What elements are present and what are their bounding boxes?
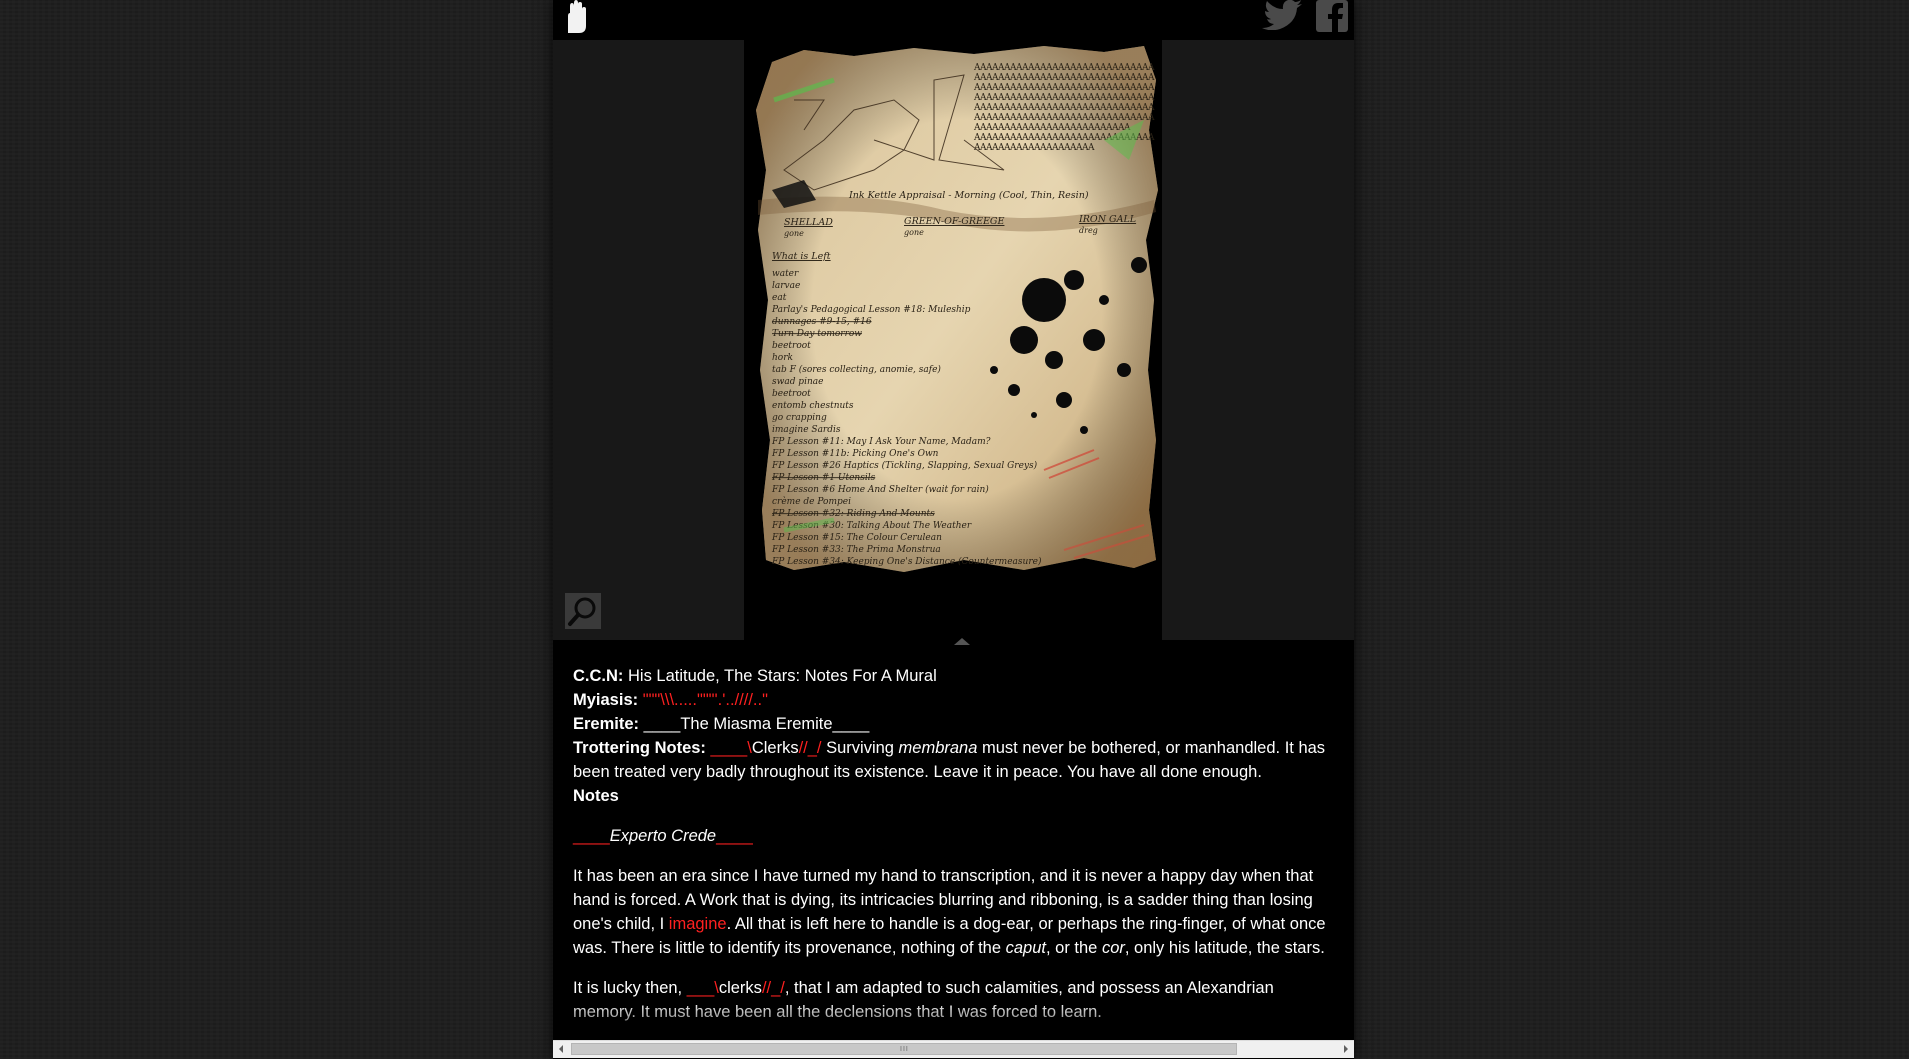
parchment-image[interactable]: AAAAAAAAAAAAAAAAAAAAAAAAAAAAAA AAAAAAAAA… — [744, 40, 1162, 640]
parchment-list-item: FP Lesson #15: The Colour Cerulean — [771, 533, 942, 543]
svg-text:AAAAAAAAAAAAAAAAAAAAAAAAAAAAAA: AAAAAAAAAAAAAAAAAAAAAAAAAAAAAA — [973, 83, 1155, 93]
parchment-list-item: imagine Sardis — [772, 425, 841, 435]
raised-hand-icon[interactable] — [561, 0, 591, 34]
parchment-list-item: FP Lesson #11b: Picking One's Own — [771, 449, 939, 459]
paragraph-mark: ___\ — [686, 979, 719, 997]
paragraph-red-word: imagine — [668, 915, 727, 933]
myiasis-value: """\\\....."""'.'..////.." — [642, 691, 768, 709]
page-column: AAAAAAAAAAAAAAAAAAAAAAAAAAAAAA AAAAAAAAA… — [553, 0, 1354, 1059]
parchment-list-item: Turn Day tomorrow — [772, 329, 862, 339]
parchment-list-item: FP Lesson #26 Haptics (Tickling, Slappin… — [771, 460, 1038, 471]
paragraph-text: It is lucky then, — [573, 979, 687, 997]
eremite-label: Eremite: — [573, 715, 640, 733]
trottering-mark: ____\ — [710, 739, 752, 757]
svg-text:AAAAAAAAAAAAAAAAAAAA: AAAAAAAAAAAAAAAAAAAA — [973, 143, 1095, 153]
magnifier-icon[interactable] — [565, 593, 601, 629]
parchment-list-item: tab F (sores collecting, anomie, safe) — [772, 364, 941, 375]
notes-row: Notes — [573, 784, 1333, 808]
parchment-column: SHELLAD — [784, 217, 833, 228]
paragraph-text: , only his latitude, the stars. — [1124, 939, 1325, 957]
parchment-column: IRON GALL — [1078, 214, 1136, 225]
parchment-list-item: hork — [772, 353, 793, 363]
parchment-heading: Ink Kettle Appraisal - Morning (Cool, Th… — [848, 190, 1089, 201]
parchment-list-item: FP Lesson #32: Riding And Mounts — [771, 509, 935, 519]
ccn-label: C.C.N: — [573, 667, 624, 685]
parchment-list-item: FP Lesson #11: May I Ask Your Name, Mada… — [771, 437, 991, 447]
content-fade — [553, 1000, 1354, 1040]
trottering-notes-row: Trottering Notes: ____\Clerks//_/ Surviv… — [573, 736, 1333, 784]
parchment-list-item: eat — [772, 293, 787, 303]
parchment-list-item: swad pinae — [772, 377, 823, 387]
trottering-emphasis: membrana — [898, 739, 978, 757]
notes-label: Notes — [573, 787, 619, 805]
parchment-list-item: FP Lesson #33: The Prima Monstrua — [771, 545, 941, 555]
scrollbar-thumb[interactable]: III — [571, 1043, 1237, 1055]
eremite-value: ____The Miasma Eremite____ — [643, 715, 870, 733]
facebook-f-icon[interactable] — [1316, 0, 1348, 32]
myiasis-label: Myiasis: — [573, 691, 639, 709]
trottering-text: Surviving — [821, 739, 899, 757]
svg-text:AAAAAAAAAAAAAAAAAAAAAAAAAAAAAA: AAAAAAAAAAAAAAAAAAAAAAAAAAAAAA — [973, 113, 1155, 123]
parchment-column-note: gone — [904, 228, 924, 237]
myiasis-row: Myiasis: """\\\....."""'.'..////.." — [573, 688, 1333, 712]
scrollbar-grip: III — [900, 1046, 909, 1053]
horizontal-scrollbar[interactable]: III — [553, 1040, 1354, 1058]
ccn-row: C.C.N: His Latitude, The Stars: Notes Fo… — [573, 664, 1333, 688]
svg-text:AAAAAAAAAAAAAAAAAAAAAAAAAAAAAA: AAAAAAAAAAAAAAAAAAAAAAAAAAAAAA — [973, 73, 1155, 83]
svg-text:AAAAAAAAAAAAAAAAAAAAAAAAAAAAAA: AAAAAAAAAAAAAAAAAAAAAAAAAAAAAA — [973, 63, 1155, 73]
parchment-list-item: beetroot — [772, 389, 811, 399]
paragraph-emphasis: cor — [1101, 939, 1125, 957]
parchment-list-item: beetroot — [772, 341, 811, 351]
parchment-list-item: larvae — [772, 281, 800, 291]
parchment-section-title: What is Left — [772, 251, 831, 262]
parchment-list-item: entomb chestnuts — [772, 401, 854, 411]
svg-text:AAAAAAAAAAAAAAAAAAAAAAAAAA: AAAAAAAAAAAAAAAAAAAAAAAAAA — [973, 123, 1131, 133]
svg-text:AAAAAAAAAAAAAAAAAAAAAAAAAAAAAA: AAAAAAAAAAAAAAAAAAAAAAAAAAAAAA — [973, 93, 1155, 103]
parchment-list-item: go crapping — [772, 413, 827, 423]
paragraph-text: clerks — [718, 979, 762, 997]
top-bar — [553, 0, 1354, 40]
notes-heading: ____Experto Crede____ — [573, 824, 1333, 848]
scroll-left-icon[interactable] — [559, 1045, 563, 1053]
twitter-bird-icon[interactable] — [1262, 0, 1304, 31]
parchment-list-item: crème de Pompei — [772, 496, 851, 507]
parchment-list-item: FP Lesson #34: Keeping One's Distance (C… — [771, 556, 1042, 567]
paragraph-text: , or the — [1045, 939, 1102, 957]
trottering-mark: //_/ — [798, 739, 822, 757]
heading-mark: ____ — [573, 827, 610, 845]
trottering-clerks: Clerks — [751, 739, 799, 757]
parchment-list-item: FP Lesson #1 Utensils — [771, 473, 876, 483]
parchment-column: GREEN-OF-GREEGE — [904, 216, 1004, 227]
parchment-list-item: Parlay's Pedagogical Lesson #18: Muleshi… — [771, 305, 971, 315]
paragraph-mark: //_/ — [761, 979, 785, 997]
parchment-column-note: dreg — [1079, 226, 1098, 235]
ccn-value: His Latitude, The Stars: Notes For A Mur… — [628, 667, 937, 685]
eremite-row: Eremite: ____The Miasma Eremite____ — [573, 712, 1333, 736]
parchment-column-note: gone — [784, 229, 804, 238]
parchment-list-item: dunnages #9-15, #16 — [772, 317, 872, 327]
parchment-list-item: water — [772, 269, 799, 279]
heading-mark: ____ — [716, 827, 753, 845]
notes-paragraph-1: It has been an era since I have turned m… — [573, 864, 1333, 960]
scroll-right-icon[interactable] — [1344, 1045, 1348, 1053]
svg-text:AAAAAAAAAAAAAAAAAAAAAAAAAAAAAA: AAAAAAAAAAAAAAAAAAAAAAAAAAAAAA — [973, 103, 1155, 113]
paragraph-emphasis: caput — [1005, 939, 1046, 957]
parchment-list-item: FP Lesson #6 Home And Shelter (wait for … — [771, 484, 989, 495]
collapse-caret-icon[interactable] — [954, 638, 970, 645]
content-area: C.C.N: His Latitude, The Stars: Notes Fo… — [573, 664, 1333, 1024]
heading-title: Experto Crede — [609, 827, 717, 845]
image-viewer: AAAAAAAAAAAAAAAAAAAAAAAAAAAAAA AAAAAAAAA… — [553, 40, 1354, 645]
trottering-label: Trottering Notes: — [573, 739, 706, 757]
